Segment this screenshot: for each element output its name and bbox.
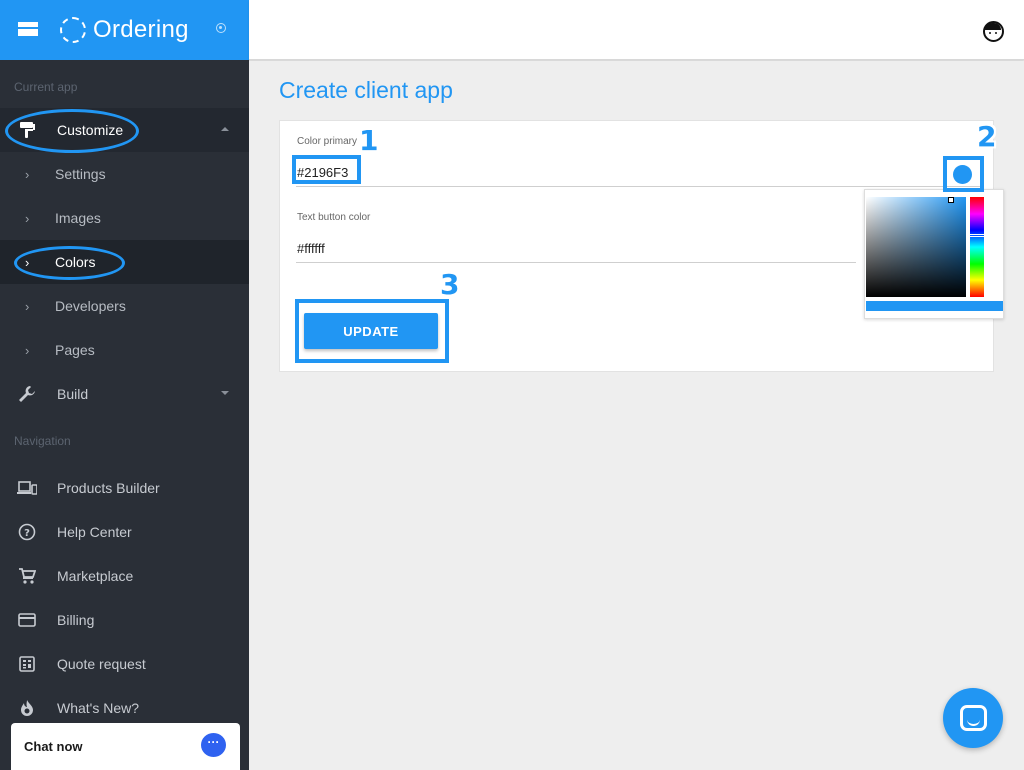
chevron-right-icon: › — [25, 166, 30, 182]
sidebar-item-label: Developers — [55, 298, 126, 314]
annotation-number-2: 2 — [977, 120, 997, 153]
chevron-right-icon: › — [25, 298, 30, 314]
sidebar: Ordering Current app Customize › Setting… — [0, 0, 249, 770]
annotation-box-1 — [292, 155, 361, 184]
chevron-right-icon: › — [25, 210, 30, 226]
top-bar — [249, 0, 1024, 60]
sidebar-item-label: Billing — [57, 612, 95, 628]
logo-ring-icon — [60, 17, 86, 43]
sidebar-item-products-builder[interactable]: Products Builder — [0, 466, 249, 510]
saturation-handle[interactable] — [948, 197, 954, 203]
sidebar-item-billing[interactable]: Billing — [0, 598, 249, 642]
brand-name: Ordering — [93, 16, 189, 43]
sidebar-item-label: Customize — [57, 122, 124, 138]
dashboard-icon[interactable] — [18, 22, 38, 38]
color-primary-label: Color primary — [297, 136, 358, 147]
sidebar-item-label: Colors — [55, 254, 96, 270]
sidebar-item-label: Images — [55, 210, 101, 226]
chat-now-widget[interactable]: Chat now ··· — [11, 723, 240, 770]
sidebar-item-label: Help Center — [57, 524, 132, 540]
sidebar-item-label: Build — [57, 386, 89, 402]
page-title: Create client app — [279, 77, 453, 103]
color-settings-card: Color primary #2196F3 Text button color … — [279, 120, 1004, 372]
wrench-icon — [17, 384, 37, 404]
sidebar-item-quote-request[interactable]: Quote request — [0, 642, 249, 686]
chat-bubble-icon: ··· — [201, 733, 226, 757]
sidebar-item-customize[interactable]: Customize — [0, 108, 249, 152]
brand-bar: Ordering — [0, 0, 249, 60]
hue-handle[interactable] — [969, 234, 985, 237]
sidebar-item-label: Quote request — [57, 656, 146, 672]
messenger-icon — [960, 705, 987, 731]
calculator-icon — [17, 654, 37, 674]
annotation-number-3: 3 — [440, 268, 460, 301]
sidebar-subitem-settings[interactable]: › Settings — [0, 152, 249, 196]
radio-toggle-icon[interactable] — [216, 23, 226, 33]
sidebar-item-label: Marketplace — [57, 568, 134, 584]
sidebar-item-label: Products Builder — [57, 480, 160, 496]
brand-logo[interactable]: Ordering — [60, 16, 189, 44]
cart-icon — [17, 566, 37, 586]
paint-roller-icon — [17, 120, 37, 140]
sidebar-subitem-pages[interactable]: › Pages — [0, 328, 249, 372]
sidebar-item-marketplace[interactable]: Marketplace — [0, 554, 249, 598]
help-circle-icon: ? — [17, 522, 37, 542]
sidebar-item-help-center[interactable]: ? Help Center — [0, 510, 249, 554]
caret-down-icon — [221, 391, 229, 395]
devices-icon — [17, 478, 37, 498]
user-avatar-icon[interactable] — [983, 21, 1004, 42]
svg-text:?: ? — [24, 528, 30, 539]
credit-card-icon — [17, 610, 37, 630]
saturation-area[interactable] — [866, 197, 966, 297]
sidebar-item-build[interactable]: Build — [0, 372, 249, 416]
color-primary-underline — [296, 186, 980, 187]
annotation-number-1: 1 — [359, 124, 379, 157]
annotation-box-3 — [295, 299, 449, 363]
chevron-right-icon: › — [25, 254, 30, 270]
color-preview-bar — [866, 301, 1003, 311]
main-content: Create client app Color primary #2196F3 … — [249, 61, 1024, 770]
flame-icon — [17, 698, 37, 718]
section-current-app: Current app — [14, 80, 78, 94]
chat-now-label: Chat now — [24, 739, 83, 754]
text-button-color-underline — [296, 262, 856, 263]
color-picker-popover[interactable] — [864, 189, 1004, 319]
messenger-launcher-button[interactable] — [943, 688, 1003, 748]
text-button-color-label: Text button color — [297, 212, 371, 223]
caret-up-icon — [221, 127, 229, 131]
sidebar-subitem-images[interactable]: › Images — [0, 196, 249, 240]
sidebar-item-label: Settings — [55, 166, 106, 182]
hue-slider[interactable] — [970, 197, 984, 297]
sidebar-item-label: What's New? — [57, 700, 140, 716]
sidebar-subitem-developers[interactable]: › Developers — [0, 284, 249, 328]
text-button-color-input[interactable]: #ffffff — [297, 241, 325, 256]
annotation-box-2 — [943, 156, 984, 192]
chevron-right-icon: › — [25, 342, 30, 358]
sidebar-item-label: Pages — [55, 342, 95, 358]
sidebar-subitem-colors[interactable]: › Colors — [0, 240, 249, 284]
section-navigation: Navigation — [14, 434, 71, 448]
